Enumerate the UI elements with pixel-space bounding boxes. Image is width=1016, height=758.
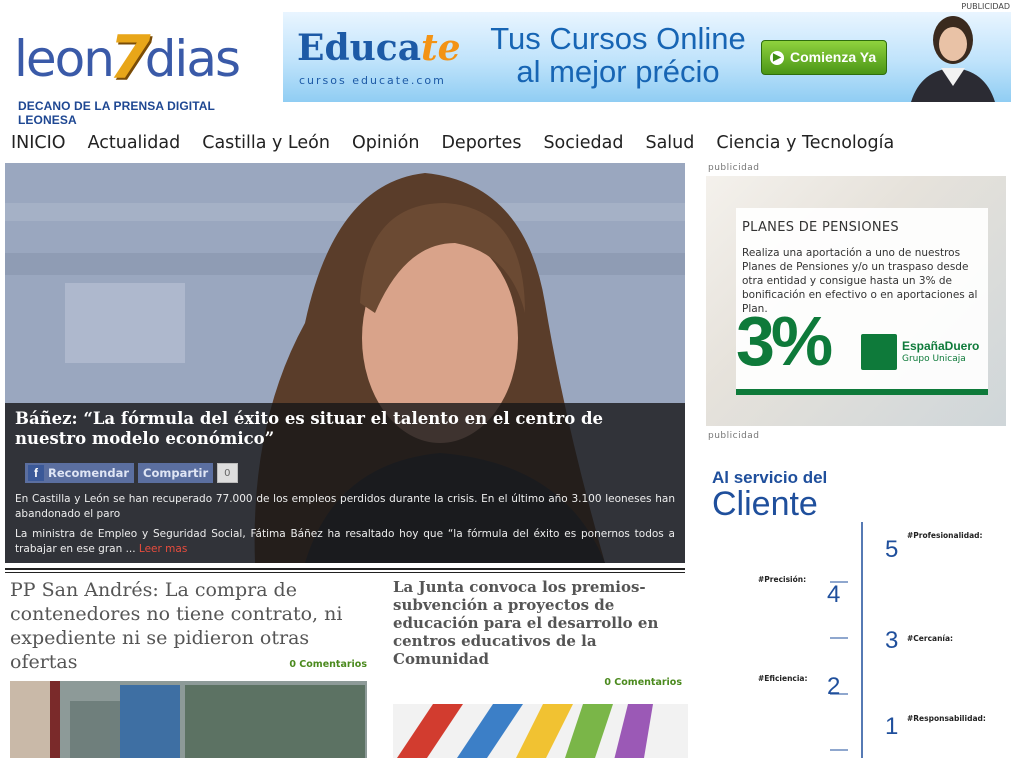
- logo-tagline: DECANO DE LA PRENSA DIGITAL LEONESA: [18, 99, 215, 127]
- nav-item-sociedad[interactable]: Sociedad: [532, 128, 634, 158]
- ad-brand-sub: Grupo Unicaja: [902, 354, 966, 364]
- share-button[interactable]: Compartir: [138, 463, 214, 483]
- facebook-recommend-label: Recomendar: [48, 466, 130, 480]
- article-thumbnail[interactable]: [10, 681, 367, 758]
- logo-part-leon: leon: [14, 30, 115, 88]
- featured-article-excerpt-text: La ministra de Empleo y Seguridad Social…: [15, 528, 675, 555]
- featured-article-caption: Báñez: “La fórmula del éxito es situar e…: [5, 403, 685, 563]
- share-count: 0: [217, 463, 238, 483]
- advertising-label: PUBLICIDAD: [961, 2, 1010, 11]
- nav-item-actualidad[interactable]: Actualidad: [77, 128, 192, 158]
- featured-article-summary: En Castilla y León se han recuperado 77.…: [15, 493, 675, 520]
- logo-wordmark: leon7dias: [14, 26, 241, 88]
- logo-seven: 7: [108, 23, 151, 93]
- article-title[interactable]: La Junta convoca los premios-subvención …: [393, 578, 683, 668]
- espanaduero-logo-icon: [861, 334, 897, 370]
- nav-item-opinion[interactable]: Opinión: [341, 128, 431, 158]
- ad-title-line2: Cliente: [712, 485, 818, 523]
- arrow-right-icon: ▶: [770, 51, 784, 65]
- read-more-link[interactable]: Leer mas: [139, 543, 187, 555]
- nav-item-ciencia-y-tecnologia[interactable]: Ciencia y Tecnología: [705, 128, 905, 158]
- step-number: 5: [885, 536, 899, 563]
- nav-item-deportes[interactable]: Deportes: [430, 128, 532, 158]
- step-heading: #Precisión:: [758, 575, 807, 584]
- banner-headline-line1: Tus Cursos Online: [490, 21, 746, 56]
- step-heading: #Eficiencia:: [758, 674, 808, 683]
- woman-photo: [911, 16, 995, 102]
- banner-cta-label: Comienza Ya: [790, 49, 877, 65]
- article-thumbnail[interactable]: [393, 704, 688, 758]
- ad-brand: EspañaDuero: [902, 339, 980, 353]
- banner-brand-accent: te: [421, 27, 461, 69]
- ad-percent: 3%: [736, 302, 833, 380]
- article-comments-link[interactable]: 0 Comentarios: [260, 659, 367, 670]
- step-number: 4: [827, 581, 841, 608]
- banner-sub: cursos educate.com: [299, 74, 446, 87]
- step-number: 1: [885, 713, 899, 740]
- sidebar-ad-customer-service[interactable]: Al servicio del Cliente 5 #Profesionalid…: [706, 444, 1006, 758]
- logo-part-dias: dias: [144, 30, 241, 88]
- header-ad-banner[interactable]: Educate cursos educate.com Tus Cursos On…: [283, 12, 1011, 102]
- facebook-icon: f: [28, 465, 44, 481]
- featured-article-title[interactable]: Báñez: “La fórmula del éxito es situar e…: [15, 409, 675, 449]
- step-heading: #Profesionalidad:: [907, 531, 983, 540]
- step-heading: #Cercanía:: [907, 634, 954, 643]
- featured-article[interactable]: Báñez: “La fórmula del éxito es situar e…: [5, 163, 685, 563]
- banner-brand: Educate: [297, 30, 461, 66]
- nav-item-castilla-y-leon[interactable]: Castilla y León: [191, 128, 341, 158]
- facebook-recommend-button[interactable]: f Recomendar: [25, 463, 135, 483]
- article-comments-link[interactable]: 0 Comentarios: [560, 677, 682, 688]
- section-divider: [5, 568, 685, 573]
- advertising-label: publicidad: [708, 431, 760, 441]
- featured-article-excerpt: La ministra de Empleo y Seguridad Social…: [15, 527, 675, 556]
- step-heading: #Responsabilidad:: [907, 714, 986, 723]
- ad-title: PLANES DE PENSIONES: [742, 220, 899, 235]
- advertising-label: publicidad: [708, 163, 760, 173]
- sidebar-ad-pensions[interactable]: PLANES DE PENSIONES Realiza una aportaci…: [706, 176, 1006, 426]
- site-logo[interactable]: leon7dias DECANO DE LA PRENSA DIGITAL LE…: [14, 8, 276, 127]
- banner-cta-button[interactable]: ▶ Comienza Ya: [761, 40, 887, 75]
- social-buttons: f Recomendar Compartir 0: [25, 463, 238, 483]
- banner-headline-line2: al mejor précio: [516, 54, 720, 89]
- ad-title-line1: Al servicio del: [712, 468, 828, 487]
- nav-item-salud[interactable]: Salud: [634, 128, 705, 158]
- ad-divider: [736, 389, 988, 395]
- step-number: 2: [827, 673, 841, 700]
- step-number: 3: [885, 627, 899, 654]
- nav-item-inicio[interactable]: INICIO: [0, 128, 77, 158]
- staircase-graphic: [830, 522, 863, 758]
- ad-title: Al servicio del Cliente: [712, 469, 827, 522]
- banner-headline: Tus Cursos Online al mejor précio: [473, 22, 763, 88]
- main-navigation: INICIO Actualidad Castilla y León Opinió…: [0, 128, 905, 158]
- banner-brand-main: Educa: [297, 27, 422, 69]
